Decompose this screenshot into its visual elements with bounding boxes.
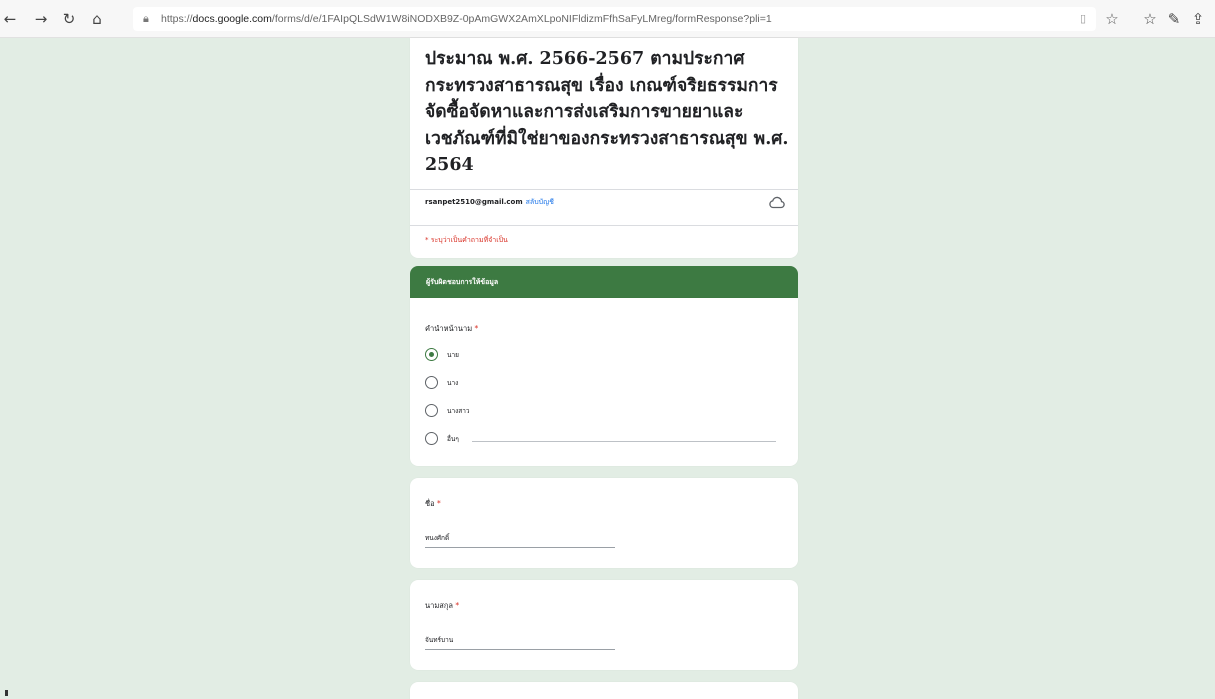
question-lastname-card: นามสกุล * จันทร์บาน [410, 580, 798, 670]
input-underline [425, 547, 615, 548]
question-firstname-card: ชื่อ * ทนงศักดิ์ [410, 478, 798, 568]
form-title-card: ประมาณ พ.ศ. 2566-2567 ตามประกาศกระทรวงสา… [410, 38, 798, 258]
required-note: * ระบุว่าเป็นคำถามที่จำเป็น [425, 236, 508, 244]
account-row: rsanpet2510@gmail.com สลับบัญชี [425, 197, 554, 211]
forward-arrow-icon[interactable]: → [31, 9, 51, 29]
favorites-icon[interactable]: ☆ [1140, 9, 1160, 29]
home-icon[interactable]: ⌂ [87, 9, 107, 29]
radio-button[interactable] [425, 376, 438, 389]
question-next-card [410, 682, 798, 699]
account-email: rsanpet2510@gmail.com [425, 198, 523, 206]
mouse-cursor [5, 690, 8, 696]
address-bar[interactable]: 🔒︎ https://docs.google.com/forms/d/e/1FA… [133, 7, 1096, 31]
question-label: ชื่อ * [425, 499, 441, 508]
question-label: คำนำหน้านาม * [425, 324, 479, 333]
section-header: ผู้รับผิดชอบการให้ข้อมูล [410, 266, 798, 299]
other-text-input[interactable] [472, 441, 776, 442]
form-title: ประมาณ พ.ศ. 2566-2567 ตามประกาศกระทรวงสา… [425, 49, 789, 175]
input-underline [425, 649, 615, 650]
lock-icon: 🔒︎ [143, 13, 149, 25]
back-arrow-icon[interactable]: ← [0, 9, 20, 29]
lastname-input[interactable]: จันทร์บาน [425, 635, 453, 645]
question-prefix-card: คำนำหน้านาม * นาย นาง นางสาว อื่นๆ [410, 298, 798, 466]
divider [410, 189, 798, 190]
share-icon[interactable]: ⇪ [1188, 9, 1208, 29]
switch-account-link[interactable]: สลับบัญชี [526, 198, 554, 206]
firstname-input[interactable]: ทนงศักดิ์ [425, 533, 449, 543]
question-label: นามสกุล * [425, 601, 460, 610]
section-title: ผู้รับผิดชอบการให้ข้อมูล [426, 278, 499, 286]
favorite-star-icon[interactable]: ☆ [1104, 9, 1120, 29]
radio-button[interactable] [425, 404, 438, 417]
radio-button[interactable] [425, 432, 438, 445]
divider [410, 225, 798, 226]
refresh-icon[interactable]: ↻ [59, 9, 79, 29]
pen-icon[interactable]: ✎ [1164, 9, 1184, 29]
browser-toolbar: ← → ↻ ⌂ 🔒︎ https://docs.google.com/forms… [0, 0, 1215, 38]
url-text: https://docs.google.com/forms/d/e/1FAIpQ… [161, 13, 772, 25]
radio-button-checked[interactable] [425, 348, 438, 361]
cloud-saved-icon [769, 196, 785, 209]
reader-view-icon[interactable]: ▯ [1076, 7, 1090, 31]
